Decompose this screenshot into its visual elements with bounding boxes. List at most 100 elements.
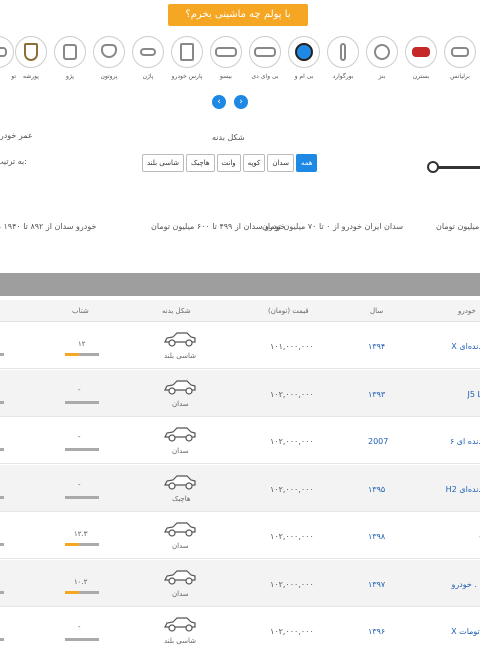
edge-bar: [0, 495, 4, 499]
col-price: قیمت (تومان): [268, 307, 309, 315]
car-price: ۱۰۲,۰۰۰,۰۰۰: [270, 627, 314, 636]
car-body-icon: [163, 425, 197, 443]
brand-item[interactable]: بی ام و: [284, 36, 324, 88]
edge-bar: [0, 448, 4, 451]
brand-label: پژو: [66, 73, 74, 80]
brand-logo-icon: [15, 36, 47, 68]
table-row[interactable]: J5 L ۱۳۹۳ ۱۰۲,۰۰۰,۰۰۰ سدان -: [0, 369, 480, 417]
brand-item[interactable]: پارس خودرو: [167, 36, 207, 88]
body-type-sedan-button[interactable]: سدان: [267, 154, 294, 172]
brand-item[interactable]: بی وای دی: [245, 36, 285, 88]
tag-link[interactable]: سدان ایران خودرو از ۰ تا ۷۰ میلیون تومان: [262, 222, 403, 231]
brand-item[interactable]: بورگوارد: [323, 36, 363, 88]
table-row[interactable]: X اتومات ۱۳۹۶ ۱۰۲,۰۰۰,۰۰۰ شاسی بلند -: [0, 607, 480, 645]
car-name-link[interactable]: X دنده‌ای: [451, 342, 480, 351]
brand-label: برلیانس: [450, 73, 470, 80]
col-car: خودرو: [458, 307, 476, 315]
brand-logo-icon: [327, 36, 359, 68]
edge-bar: [0, 400, 4, 404]
car-acceleration: -: [78, 480, 81, 489]
car-body-type: شاسی بلند: [164, 352, 196, 360]
car-name-link[interactable]: H2 دنده‌ای: [446, 485, 480, 494]
car-body-type: شاسی بلند: [164, 637, 196, 645]
chevron-left-icon[interactable]: ‹: [212, 95, 226, 109]
brand-item[interactable]: برلیانس: [440, 36, 480, 88]
car-body-icon: [163, 330, 197, 348]
brand-label: بیسو: [220, 73, 232, 80]
car-name-link[interactable]: خودرو . .: [451, 580, 480, 589]
acceleration-bar: [65, 543, 99, 546]
car-price: ۱۰۲,۰۰۰,۰۰۰: [270, 579, 314, 589]
brand-item[interactable]: پروتون: [89, 36, 129, 88]
car-name-link[interactable]: ۶ دنده ای: [450, 437, 480, 446]
section-divider-bar: [0, 273, 480, 296]
body-type-all-button[interactable]: همه: [295, 154, 318, 172]
brand-logo-icon: [444, 36, 476, 68]
body-type-pickup-button[interactable]: وانت: [216, 154, 241, 172]
car-acceleration: -: [78, 623, 81, 631]
car-year: ۱۳۹۸: [368, 532, 386, 541]
brand-item[interactable]: تو: [0, 36, 18, 88]
brand-logo-icon: [0, 36, 14, 68]
table-row[interactable]: ۶ دنده ای 2007 ۱۰۲,۰۰۰,۰۰۰ سدان -: [0, 417, 480, 464]
body-type-suv-button[interactable]: شاسی بلند: [142, 154, 184, 172]
car-acceleration: ۱۰.۲: [74, 577, 88, 586]
table-row[interactable]: خودرو . . ۱۳۹۷ ۱۰۲,۰۰۰,۰۰۰ سدان ۱۰.۲: [0, 559, 480, 607]
car-body-icon: [163, 378, 197, 396]
brand-item[interactable]: بنز: [362, 36, 402, 88]
car-name-link[interactable]: J5 L: [468, 390, 480, 399]
acceleration-bar: [65, 448, 99, 451]
car-body-icon: [163, 520, 197, 538]
car-price: ۱۰۲,۰۰۰,۰۰۰: [270, 437, 314, 446]
body-type-filter: همه سدان کوپه وانت هاچبک شاسی بلند: [140, 154, 318, 172]
brand-label: بنز: [378, 73, 386, 80]
brand-logo-icon: [132, 36, 164, 68]
tag-link[interactable]: خودرو سدان از ۸۹۲ تا ۱۹۴۰ م: [0, 222, 96, 231]
edge-bar: [0, 638, 4, 641]
car-year: ۱۳۹۴: [368, 342, 386, 351]
body-type-hatchback-button[interactable]: هاچبک: [185, 154, 215, 172]
acceleration-bar: [65, 400, 99, 404]
car-body-type: سدان: [172, 447, 189, 455]
body-type-coupe-button[interactable]: کوپه: [242, 154, 266, 172]
brand-label: بی وای دی: [251, 73, 279, 80]
chevron-right-icon[interactable]: ›: [234, 95, 248, 109]
col-year: سال: [370, 307, 384, 315]
edge-bar: [0, 353, 4, 356]
brand-item[interactable]: بسترن: [401, 36, 441, 88]
what-car-banner[interactable]: با پولم چه ماشینی بخرم؟: [168, 4, 308, 26]
car-body-type: هاچبک: [172, 494, 191, 503]
brand-logo-icon: [366, 36, 398, 68]
price-slider-handle[interactable]: [427, 161, 439, 173]
brand-logo-icon: [93, 36, 125, 68]
acceleration-bar: [65, 353, 99, 356]
brand-logo-icon: [54, 36, 86, 68]
brand-label: بی ام و: [294, 73, 314, 80]
acceleration-bar: [65, 590, 99, 594]
brand-list: برلیانس بسترن بنز بورگوارد بی ام و بی وا…: [0, 36, 480, 88]
sort-title: به ترتیب:: [0, 157, 27, 166]
search-tags: خودرو سدان از ۸۹۲ تا ۱۹۴۰ م خودرو سدان ا…: [0, 222, 480, 234]
brand-item[interactable]: پژو: [50, 36, 90, 88]
car-price: ۱۰۲,۰۰۰,۰۰۰: [270, 389, 314, 399]
brand-item[interactable]: بیسو: [206, 36, 246, 88]
car-year: ۱۳۹۷: [368, 579, 386, 589]
brand-label: پارس خودرو: [171, 73, 203, 80]
car-price: ۱۰۲,۰۰۰,۰۰۰: [270, 484, 314, 494]
acceleration-bar: [65, 638, 99, 641]
tag-link[interactable]: میلیون تومان: [436, 222, 479, 231]
brand-label: پاژن: [142, 73, 154, 80]
brand-logo-icon: [171, 36, 203, 68]
table-row[interactable]: H2 دنده‌ای ۱۳۹۵ ۱۰۲,۰۰۰,۰۰۰ هاچبک -: [0, 464, 480, 512]
car-year: ۱۳۹۶: [368, 627, 386, 636]
brand-item[interactable]: پاژن: [128, 36, 168, 88]
brand-label: بسترن: [412, 73, 430, 80]
car-body-type: سدان: [172, 399, 189, 408]
brand-logo-icon: [288, 36, 320, 68]
brand-logo-icon: [210, 36, 242, 68]
table-row[interactable]: -۱۳۹۸۱۰۲,۰۰۰,۰۰۰سدان۱۲.۳: [0, 512, 480, 559]
car-name-link[interactable]: X اتومات: [451, 627, 480, 636]
car-body-type: سدان: [172, 542, 189, 550]
table-row[interactable]: X دنده‌ای ۱۳۹۴ ۱۰۱,۰۰۰,۰۰۰ شاسی بلند ۱۲: [0, 322, 480, 369]
edge-bar: [0, 543, 4, 546]
